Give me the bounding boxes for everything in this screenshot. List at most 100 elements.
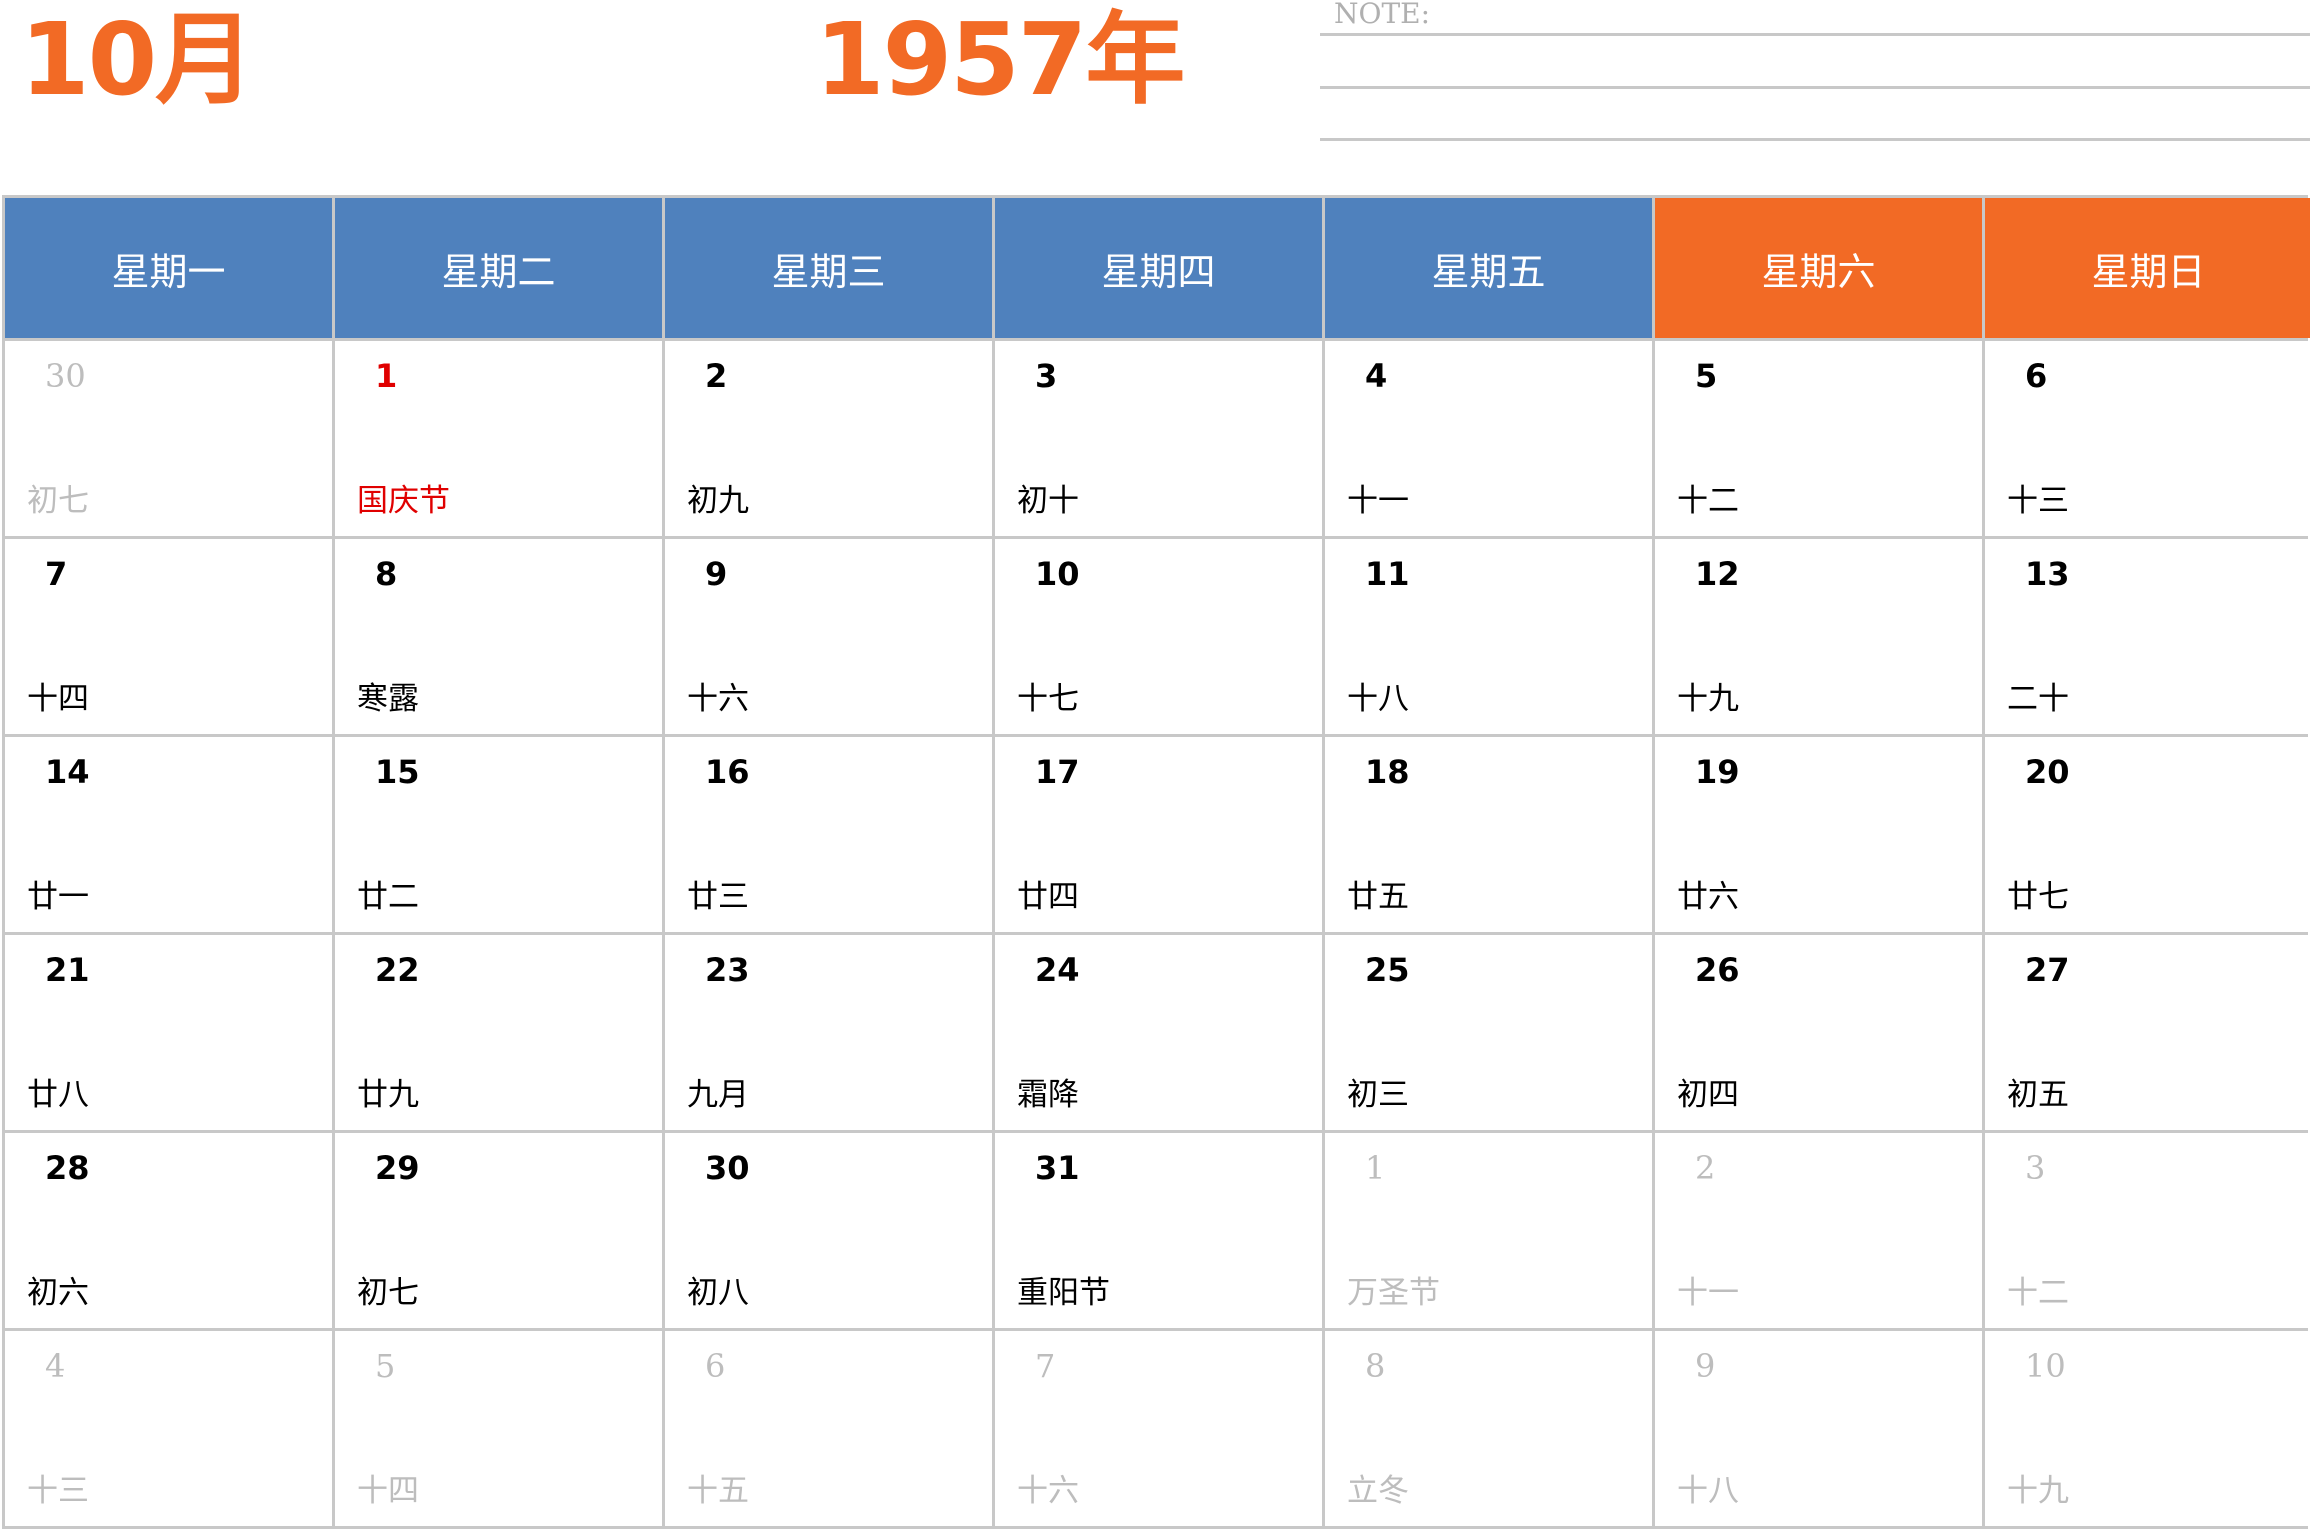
day-number: 20 <box>2025 753 2070 791</box>
note-label: NOTE: <box>1334 0 1431 30</box>
day-cell[interactable]: 6 十五 <box>665 1331 995 1526</box>
day-cell[interactable]: 8 寒露 <box>335 539 665 734</box>
day-number: 4 <box>1365 357 1388 395</box>
lunar-date: 初七 <box>357 1275 419 1311</box>
day-cell[interactable]: 17 廿四 <box>995 737 1325 932</box>
day-number: 8 <box>1365 1347 1386 1385</box>
day-number: 27 <box>2025 951 2070 989</box>
day-cell[interactable]: 19 廿六 <box>1655 737 1985 932</box>
day-cell[interactable]: 2 初九 <box>665 341 995 536</box>
lunar-date: 二十 <box>2007 681 2069 717</box>
week-row: 30 初七 1 国庆节 2 初九 3 初十 4 十一 5 十二 6 十三 <box>2 338 2308 536</box>
day-cell[interactable]: 16 廿三 <box>665 737 995 932</box>
day-cell[interactable]: 13 二十 <box>1985 539 2310 734</box>
day-cell[interactable]: 18 廿五 <box>1325 737 1655 932</box>
day-cell[interactable]: 3 初十 <box>995 341 1325 536</box>
day-cell[interactable]: 20 廿七 <box>1985 737 2310 932</box>
day-number: 7 <box>1035 1347 1056 1385</box>
day-cell[interactable]: 10 十七 <box>995 539 1325 734</box>
day-number: 9 <box>1695 1347 1716 1385</box>
lunar-date: 国庆节 <box>357 483 450 519</box>
lunar-date: 十五 <box>687 1473 749 1509</box>
day-number: 7 <box>45 555 68 593</box>
day-cell[interactable]: 4 十三 <box>2 1331 335 1526</box>
day-cell[interactable]: 14 廿一 <box>2 737 335 932</box>
day-cell[interactable]: 10 十九 <box>1985 1331 2310 1526</box>
day-cell[interactable]: 30 初八 <box>665 1133 995 1328</box>
week-row: 4 十三 5 十四 6 十五 7 十六 8 立冬 9 十八 10 十九 <box>2 1328 2308 1526</box>
day-cell[interactable]: 6 十三 <box>1985 341 2310 536</box>
day-cell[interactable]: 1 万圣节 <box>1325 1133 1655 1328</box>
day-number: 17 <box>1035 753 1080 791</box>
calendar-weeks: 30 初七 1 国庆节 2 初九 3 初十 4 十一 5 十二 6 十三 7 十四 8 寒露 9 十六 10 十七 11 十八… <box>2 338 2308 1526</box>
day-cell[interactable]: 11 十八 <box>1325 539 1655 734</box>
day-number: 12 <box>1695 555 1740 593</box>
lunar-date: 廿七 <box>2007 879 2069 915</box>
day-cell[interactable]: 1 国庆节 <box>335 341 665 536</box>
day-cell[interactable]: 27 初五 <box>1985 935 2310 1130</box>
weekday-header-row: 星期一 星期二 星期三 星期四 星期五 星期六 星期日 <box>2 198 2310 338</box>
day-cell[interactable]: 7 十六 <box>995 1331 1325 1526</box>
day-number: 31 <box>1035 1149 1080 1187</box>
day-cell[interactable]: 8 立冬 <box>1325 1331 1655 1526</box>
week-row: 14 廿一 15 廿二 16 廿三 17 廿四 18 廿五 19 廿六 20 廿七 <box>2 734 2308 932</box>
day-cell[interactable]: 29 初七 <box>335 1133 665 1328</box>
day-number: 14 <box>45 753 90 791</box>
day-cell[interactable]: 3 十二 <box>1985 1133 2310 1328</box>
day-cell[interactable]: 12 十九 <box>1655 539 1985 734</box>
day-cell[interactable]: 9 十六 <box>665 539 995 734</box>
lunar-date: 十三 <box>27 1473 89 1509</box>
day-cell[interactable]: 22 廿九 <box>335 935 665 1130</box>
day-number: 18 <box>1365 753 1410 791</box>
day-cell[interactable]: 26 初四 <box>1655 935 1985 1130</box>
lunar-date: 廿六 <box>1677 879 1739 915</box>
lunar-date: 十四 <box>27 681 89 717</box>
day-cell[interactable]: 7 十四 <box>2 539 335 734</box>
day-number: 23 <box>705 951 750 989</box>
day-cell[interactable]: 24 霜降 <box>995 935 1325 1130</box>
lunar-date: 九月 <box>687 1077 749 1113</box>
day-number: 4 <box>45 1347 66 1385</box>
lunar-date: 十六 <box>1017 1473 1079 1509</box>
month-title: 10月 <box>20 1 255 118</box>
lunar-date: 十九 <box>1677 681 1739 717</box>
lunar-date: 初四 <box>1677 1077 1739 1113</box>
day-number: 6 <box>705 1347 726 1385</box>
lunar-date: 廿三 <box>687 879 749 915</box>
day-number: 25 <box>1365 951 1410 989</box>
lunar-date: 初六 <box>27 1275 89 1311</box>
day-number: 5 <box>1695 357 1718 395</box>
day-cell[interactable]: 23 九月 <box>665 935 995 1130</box>
day-cell[interactable]: 25 初三 <box>1325 935 1655 1130</box>
day-cell[interactable]: 30 初七 <box>2 341 335 536</box>
note-line <box>1320 86 2310 89</box>
lunar-date: 重阳节 <box>1017 1275 1110 1311</box>
day-number: 3 <box>1035 357 1058 395</box>
day-cell[interactable]: 9 十八 <box>1655 1331 1985 1526</box>
day-cell[interactable]: 5 十四 <box>335 1331 665 1526</box>
lunar-date: 十七 <box>1017 681 1079 717</box>
day-number: 13 <box>2025 555 2070 593</box>
day-cell[interactable]: 5 十二 <box>1655 341 1985 536</box>
day-cell[interactable]: 31 重阳节 <box>995 1133 1325 1328</box>
day-cell[interactable]: 28 初六 <box>2 1133 335 1328</box>
lunar-date: 初三 <box>1347 1077 1409 1113</box>
day-number: 6 <box>2025 357 2048 395</box>
lunar-date: 十三 <box>2007 483 2069 519</box>
calendar-grid: 星期一 星期二 星期三 星期四 星期五 星期六 星期日 30 初七 1 国庆节 2 初九 3… <box>2 195 2310 1529</box>
lunar-date: 十二 <box>1677 483 1739 519</box>
lunar-date: 十一 <box>1677 1275 1739 1311</box>
year-title: 1957年 <box>815 1 1185 118</box>
day-number: 29 <box>375 1149 420 1187</box>
day-number: 30 <box>45 357 86 395</box>
day-number: 3 <box>2025 1149 2046 1187</box>
day-cell[interactable]: 2 十一 <box>1655 1133 1985 1328</box>
note-area[interactable]: NOTE: <box>1320 0 2310 150</box>
lunar-date: 十九 <box>2007 1473 2069 1509</box>
day-cell[interactable]: 4 十一 <box>1325 341 1655 536</box>
calendar-header: 10月 1957年 NOTE: <box>0 0 2310 195</box>
lunar-date: 十一 <box>1347 483 1409 519</box>
day-cell[interactable]: 21 廿八 <box>2 935 335 1130</box>
day-number: 19 <box>1695 753 1740 791</box>
day-cell[interactable]: 15 廿二 <box>335 737 665 932</box>
